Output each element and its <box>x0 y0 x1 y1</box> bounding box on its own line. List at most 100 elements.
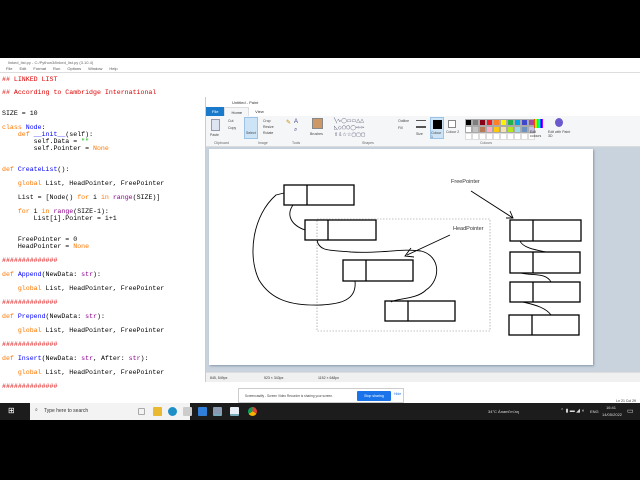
palette-colour[interactable] <box>465 126 472 133</box>
clock-time[interactable]: 16:41 <box>606 405 616 410</box>
custom-colour-slot[interactable] <box>514 133 521 140</box>
clock-date[interactable]: 14/05/2022 <box>602 412 622 417</box>
text-tool-icon[interactable]: A <box>294 119 298 125</box>
fill-button[interactable]: Fill <box>398 126 402 130</box>
code-token: List = [Node() <box>2 194 78 201</box>
code-line: ## LINKED LIST <box>2 76 57 83</box>
start-windows-icon[interactable]: ⊞ <box>8 406 15 415</box>
edit-colours-button[interactable]: Edit colours <box>530 130 548 138</box>
code-token: ## LINKED LIST <box>2 76 58 83</box>
shapes-gallery[interactable]: ╲∿◯▭▭△△ ◺◇⬠⬡◯⇨⇦ ⇧⇩☆☆▢▢▢ <box>334 118 392 140</box>
group-clipboard: Clipboard <box>214 141 229 145</box>
custom-colour-slot[interactable] <box>500 133 507 140</box>
code-token: self.Pointer = <box>2 145 94 152</box>
code-line: HeadPointer = None <box>2 243 89 250</box>
palette-colour[interactable] <box>486 119 493 126</box>
drawing-canvas[interactable]: FreePointer HeadPointer <box>209 149 593 365</box>
magnifier-icon[interactable]: ⌕ <box>294 127 297 134</box>
palette-colour[interactable] <box>521 119 528 126</box>
menu-window[interactable]: Window <box>88 66 102 72</box>
head-pointer-label: HeadPointer <box>453 226 484 232</box>
menu-edit[interactable]: Edit <box>19 66 26 72</box>
pencil-icon[interactable]: ✎ <box>286 119 291 126</box>
code-token: None <box>93 145 109 152</box>
rotate-button[interactable]: Rotate <box>263 131 273 135</box>
crop-button[interactable]: Crop <box>263 119 271 123</box>
colour1-label: Colour 1 <box>431 131 442 139</box>
tab-view[interactable]: View <box>249 107 270 116</box>
brushes-button[interactable]: Brushes <box>310 132 323 136</box>
palette-colour[interactable] <box>465 119 472 126</box>
chrome-icon[interactable] <box>248 407 257 416</box>
menu-run[interactable]: Run <box>53 66 60 72</box>
copy-button[interactable]: Copy <box>228 126 236 130</box>
palette-colour[interactable] <box>514 126 521 133</box>
paste-button[interactable]: Paste <box>210 133 219 137</box>
taskbar-search-input[interactable]: ⌕ Type here to search <box>30 403 190 420</box>
task-view-icon[interactable] <box>138 408 145 415</box>
palette-colour[interactable] <box>472 119 479 126</box>
custom-colour-slot[interactable] <box>521 133 528 140</box>
palette-colour[interactable] <box>472 126 479 133</box>
code-token: ############## <box>2 299 58 306</box>
code-line: def Prepend(NewData: str): <box>2 313 105 320</box>
outline-button[interactable]: Outline <box>398 119 409 123</box>
idle-taskbar-icon[interactable] <box>213 407 222 416</box>
tab-home[interactable]: Home <box>224 107 250 116</box>
palette-colour[interactable] <box>500 126 507 133</box>
custom-colour-slot[interactable] <box>493 133 500 140</box>
menu-format[interactable]: Format <box>33 66 46 72</box>
code-token: ): <box>97 313 105 320</box>
custom-colour-slot[interactable] <box>507 133 514 140</box>
code-line: global List, HeadPointer, FreePointer <box>2 180 164 187</box>
mail-icon[interactable] <box>198 407 207 416</box>
code-line: def Append(NewData: str): <box>2 271 101 278</box>
menu-help[interactable]: Help <box>109 66 117 72</box>
language-indicator[interactable]: ENG <box>590 409 599 414</box>
system-tray-icons[interactable]: ⌃ ▮ ▬ ◢ ◖ <box>560 408 584 414</box>
selection-size: 523 × 343px <box>264 376 284 380</box>
notifications-icon[interactable]: ▭ <box>627 407 634 415</box>
palette-colour[interactable] <box>479 126 486 133</box>
custom-colour-slot[interactable] <box>486 133 493 140</box>
paint-window: Untitled - Paint File Home View Paste Cu… <box>205 97 640 382</box>
code-token: __init__ <box>33 131 66 138</box>
code-token: ############## <box>2 257 58 264</box>
palette-colour[interactable] <box>521 126 528 133</box>
palette-colour[interactable] <box>514 119 521 126</box>
weather-widget[interactable]: 34°C Ánamlʼmʼaŋ <box>488 409 519 414</box>
palette-colour[interactable] <box>493 126 500 133</box>
colour1-button[interactable]: Colour 1 <box>430 117 444 139</box>
palette-colour[interactable] <box>486 126 493 133</box>
edge-icon[interactable] <box>168 407 177 416</box>
paint-taskbar-icon[interactable] <box>230 407 239 416</box>
store-icon[interactable] <box>183 407 192 416</box>
colour2-button[interactable]: Colour 2 <box>446 117 460 139</box>
size-button[interactable]: Size <box>416 132 423 136</box>
palette-colour[interactable] <box>500 119 507 126</box>
hide-button[interactable]: Hide <box>394 392 401 396</box>
code-token: List, HeadPointer, FreePointer <box>41 327 165 334</box>
edit-paint3d-button[interactable]: Edit with Paint 3D <box>548 130 572 138</box>
file-explorer-icon[interactable] <box>153 407 162 416</box>
group-tools: Tools <box>292 141 301 145</box>
custom-colour-slot[interactable] <box>465 133 472 140</box>
custom-colour-slot[interactable] <box>472 133 479 140</box>
free-node-box-3 <box>509 281 581 303</box>
colour2-label: Colour 2 <box>446 130 460 134</box>
resize-button[interactable]: Resize <box>263 125 274 129</box>
custom-colour-slot[interactable] <box>479 133 486 140</box>
stop-sharing-button[interactable]: Stop sharing <box>357 391 391 401</box>
cut-button[interactable]: Cut <box>228 119 233 123</box>
select-button[interactable]: Select <box>244 117 258 139</box>
menu-file[interactable]: File <box>6 66 12 72</box>
code-token: global <box>17 285 42 292</box>
palette-colour[interactable] <box>507 126 514 133</box>
palette-colour[interactable] <box>479 119 486 126</box>
palette-colour[interactable] <box>507 119 514 126</box>
tab-file[interactable]: File <box>206 107 225 116</box>
menu-options[interactable]: Options <box>67 66 81 72</box>
palette-colour[interactable] <box>493 119 500 126</box>
